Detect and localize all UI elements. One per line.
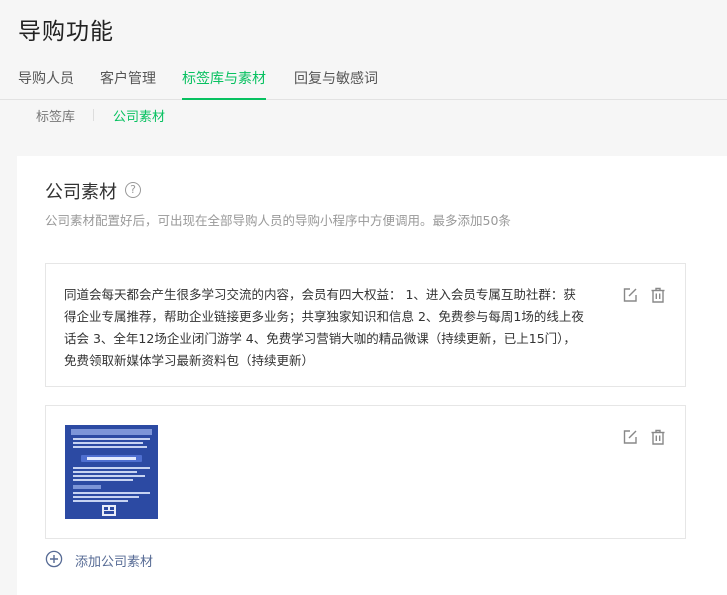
trash-icon[interactable]: [649, 286, 667, 304]
material-text-line: 话会 3、全年12场企业闭门游学 4、免费学习营销大咖的精品微课（持续更新，已上…: [64, 331, 576, 346]
material-item-text: 同道会每天都会产生很多学习交流的内容，会员有四大权益： 1、进入会员专属互助社群…: [45, 263, 686, 387]
tab-guide-staff[interactable]: 导购人员: [18, 70, 74, 100]
card-title: 公司素材: [45, 182, 117, 203]
plus-circle-icon: [45, 550, 63, 568]
edit-icon[interactable]: [621, 428, 639, 446]
tab-customer-management[interactable]: 客户管理: [100, 70, 156, 100]
trash-icon[interactable]: [649, 428, 667, 446]
material-text-line: 得企业专属推荐，帮助企业链接更多业务；共享独家知识和信息 2、免费参与每周1场的…: [64, 309, 584, 324]
sub-tabs: 标签库 公司素材: [0, 104, 727, 126]
add-material-label: 添加公司素材: [75, 555, 154, 570]
sub-tab-tag-library[interactable]: 标签库: [36, 106, 75, 125]
page-title: 导购功能: [18, 19, 114, 45]
sub-tab-divider: [93, 109, 94, 121]
material-text-line: 同道会每天都会产生很多学习交流的内容，会员有四大权益： 1、进入会员专属互助社群…: [64, 287, 576, 302]
material-actions: [621, 286, 667, 306]
tab-tags-materials[interactable]: 标签库与素材: [182, 70, 266, 100]
material-image-thumbnail[interactable]: [65, 425, 158, 519]
add-material-button[interactable]: 添加公司素材: [45, 549, 245, 571]
material-text: 同道会每天都会产生很多学习交流的内容，会员有四大权益： 1、进入会员专属互助社群…: [64, 284, 622, 372]
material-item-image: [45, 405, 686, 539]
edit-icon[interactable]: [621, 286, 639, 304]
sub-tab-company-materials[interactable]: 公司素材: [113, 106, 165, 125]
material-actions: [621, 428, 667, 448]
tab-reply-sensitive-words[interactable]: 回复与敏感词: [294, 70, 378, 100]
material-text-line: 免费领取新媒体学习最新资料包（持续更新）: [64, 353, 315, 368]
materials-card: 公司素材 ? 公司素材配置好后，可出现在全部导购人员的导购小程序中方便调用。最多…: [17, 156, 727, 595]
card-description: 公司素材配置好后，可出现在全部导购人员的导购小程序中方便调用。最多添加50条: [45, 213, 511, 228]
help-icon[interactable]: ?: [125, 182, 141, 198]
main-tabs: 导购人员 客户管理 标签库与素材 回复与敏感词: [0, 64, 727, 100]
